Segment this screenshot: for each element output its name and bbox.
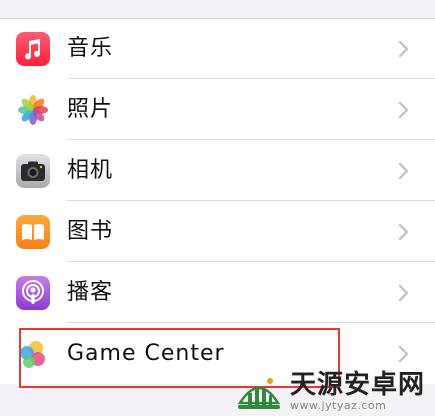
chevron-right-icon (398, 101, 409, 119)
settings-row-label: 相机 (67, 158, 114, 183)
settings-row-label: 音乐 (67, 36, 114, 61)
camera-icon (16, 154, 50, 188)
watermark-name: 天源安卓网 (290, 369, 426, 400)
settings-row-music[interactable]: 音乐 (0, 18, 435, 79)
settings-row-label: 图书 (67, 219, 114, 244)
books-icon (16, 215, 50, 249)
settings-row-photos[interactable]: 照片 (0, 79, 435, 140)
settings-row-label: 照片 (67, 97, 114, 122)
chevron-right-icon (398, 223, 409, 241)
settings-row-label: 播客 (67, 280, 114, 305)
chevron-right-icon (398, 284, 409, 302)
music-icon (16, 32, 50, 66)
settings-row-label: Game Center (67, 341, 225, 366)
watermark: 天源安卓网 www.jytyaz.com (236, 368, 432, 414)
settings-list: 音乐 照片 相机 图书 播客 Game Center (0, 18, 435, 384)
settings-row-books[interactable]: 图书 (0, 201, 435, 262)
watermark-url: www.jytyaz.com (290, 398, 387, 412)
chevron-right-icon (398, 162, 409, 180)
settings-row-podcasts[interactable]: 播客 (0, 262, 435, 323)
podcasts-icon (16, 276, 50, 310)
photos-icon (16, 93, 50, 127)
chevron-right-icon (398, 40, 409, 58)
android-logo-icon (237, 378, 281, 409)
game-center-icon (16, 337, 50, 371)
chevron-right-icon (398, 345, 409, 363)
settings-row-camera[interactable]: 相机 (0, 140, 435, 201)
